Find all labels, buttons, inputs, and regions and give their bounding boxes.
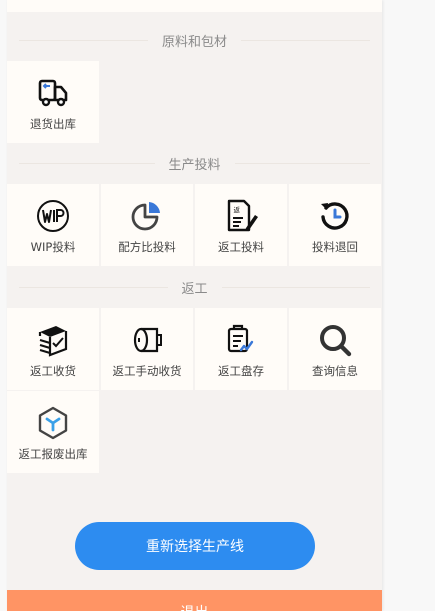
main-panel: 原料和包材 退货出库 生产投料 WIP投料 配方比投料 返 返工投料 投料退回 … (7, 0, 382, 611)
tile-rework-feeding[interactable]: 返 返工投料 (195, 184, 287, 266)
box-stack-icon (36, 323, 70, 357)
wip-icon (36, 199, 70, 233)
divider-right (241, 39, 371, 41)
tile-label: 返工盘存 (218, 364, 264, 378)
divider-right (234, 162, 371, 164)
tile-formula-feeding[interactable]: 配方比投料 (101, 184, 193, 266)
tile-label: 投料退回 (312, 240, 358, 254)
tile-rework-manual-receiving[interactable]: 返工手动收货 (101, 308, 193, 390)
svg-text:返: 返 (234, 206, 241, 214)
divider-right (221, 286, 371, 288)
tile-label: WIP投料 (30, 240, 76, 254)
tile-label: 配方比投料 (118, 240, 176, 254)
document-edit-icon: 返 (224, 199, 258, 233)
tile-rework-scrap-outbound[interactable]: 返工报废出库 (7, 391, 99, 473)
tile-rework-inventory[interactable]: 返工盘存 (195, 308, 287, 390)
tile-label: 退货出库 (30, 117, 76, 131)
tile-label: 返工投料 (218, 240, 264, 254)
section-title-text: 返工 (181, 281, 208, 297)
clipboard-icon (224, 323, 258, 357)
tile-return-outbound[interactable]: 退货出库 (7, 61, 99, 143)
tile-wip-feeding[interactable]: WIP投料 (7, 184, 99, 266)
top-strip (7, 0, 382, 12)
tile-label: 返工手动收货 (112, 364, 182, 378)
section-title-production-feeding: 生产投料 (7, 151, 382, 175)
truck-icon (36, 76, 70, 110)
tile-rework-receiving[interactable]: 返工收货 (7, 308, 99, 390)
section-title-raw-materials: 原料和包材 (7, 28, 382, 52)
section-title-text: 生产投料 (168, 157, 221, 173)
pie-chart-icon (130, 199, 164, 233)
cube-icon (36, 406, 70, 440)
tile-label: 返工收货 (30, 364, 76, 378)
tile-label: 查询信息 (312, 364, 358, 378)
search-icon (318, 323, 352, 357)
reselect-production-line-button[interactable]: 重新选择生产线 (75, 522, 315, 570)
divider-left (19, 286, 168, 288)
tile-feeding-return[interactable]: 投料退回 (289, 184, 381, 266)
divider-left (19, 39, 148, 41)
section-title-rework: 返工 (7, 275, 382, 299)
exit-button[interactable]: 退出 (7, 590, 382, 611)
tile-label: 返工报废出库 (18, 447, 88, 461)
tile-query-info[interactable]: 查询信息 (289, 308, 381, 390)
roll-icon (130, 323, 164, 357)
undo-clock-icon (318, 199, 352, 233)
section-title-text: 原料和包材 (162, 34, 228, 50)
divider-left (19, 162, 155, 164)
